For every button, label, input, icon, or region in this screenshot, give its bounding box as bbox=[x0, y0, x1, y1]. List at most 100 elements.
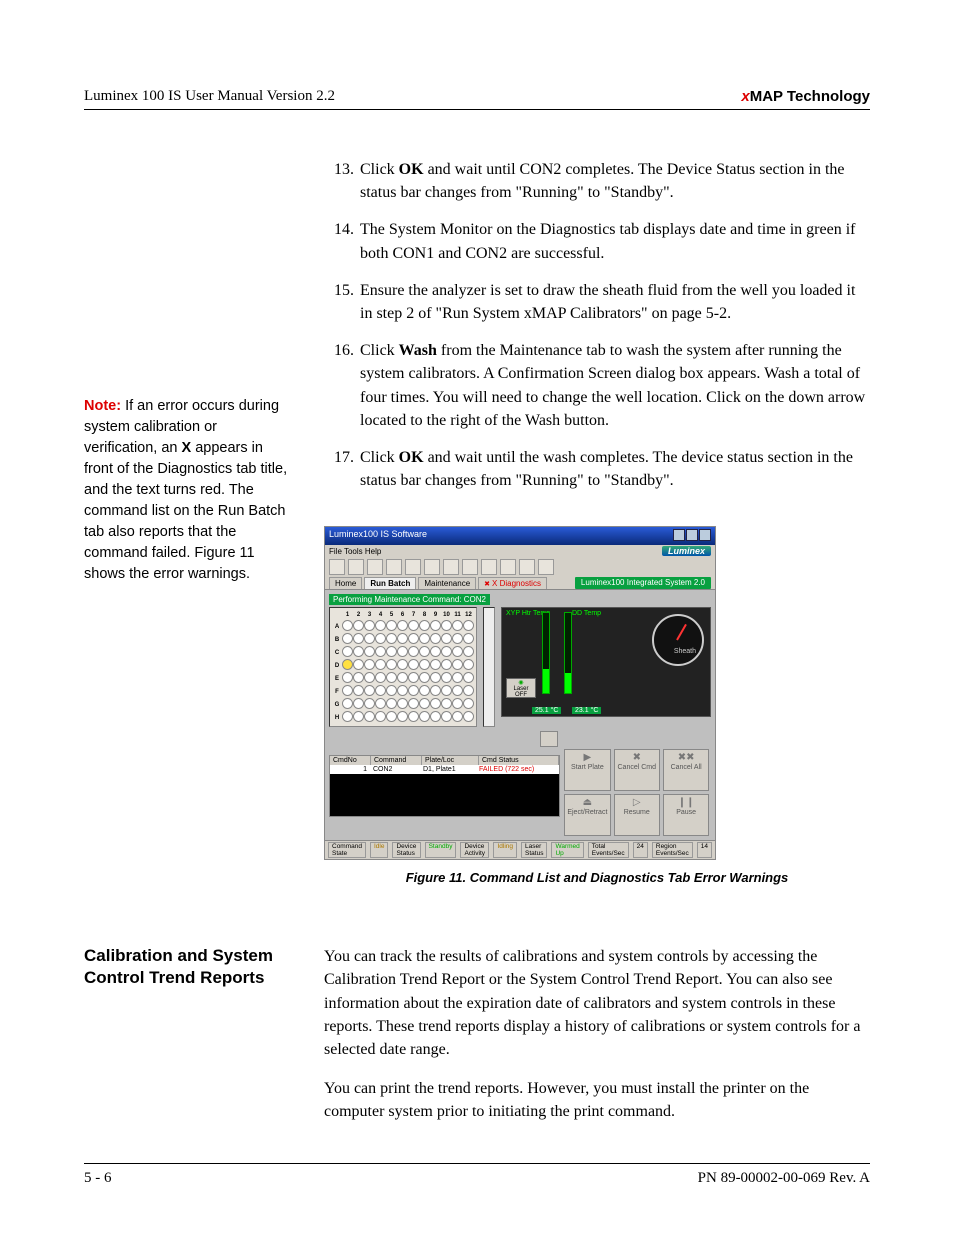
well[interactable] bbox=[463, 659, 474, 670]
toolbar[interactable] bbox=[325, 557, 715, 577]
well[interactable] bbox=[353, 646, 364, 657]
well[interactable] bbox=[452, 646, 463, 657]
well[interactable] bbox=[397, 685, 408, 696]
well[interactable] bbox=[386, 711, 397, 722]
tab-maintenance[interactable]: Maintenance bbox=[418, 577, 476, 589]
well[interactable] bbox=[452, 672, 463, 683]
well[interactable] bbox=[342, 672, 353, 683]
well[interactable] bbox=[430, 620, 441, 631]
well[interactable] bbox=[353, 672, 364, 683]
toolbar-icon[interactable] bbox=[462, 559, 478, 575]
cancel-all-button[interactable]: Cancel All bbox=[663, 749, 709, 791]
well[interactable] bbox=[353, 633, 364, 644]
well[interactable] bbox=[397, 711, 408, 722]
well[interactable] bbox=[419, 698, 430, 709]
well[interactable] bbox=[375, 698, 386, 709]
well[interactable] bbox=[342, 685, 353, 696]
well[interactable] bbox=[342, 659, 353, 670]
well[interactable] bbox=[386, 672, 397, 683]
well[interactable] bbox=[430, 659, 441, 670]
well[interactable] bbox=[419, 672, 430, 683]
well[interactable] bbox=[375, 633, 386, 644]
window-control-icons[interactable] bbox=[672, 529, 711, 543]
well[interactable] bbox=[419, 659, 430, 670]
well[interactable] bbox=[441, 633, 452, 644]
well[interactable] bbox=[408, 620, 419, 631]
well[interactable] bbox=[441, 646, 452, 657]
well[interactable] bbox=[364, 633, 375, 644]
well[interactable] bbox=[353, 685, 364, 696]
well[interactable] bbox=[419, 620, 430, 631]
well[interactable] bbox=[430, 646, 441, 657]
well[interactable] bbox=[430, 711, 441, 722]
well[interactable] bbox=[419, 685, 430, 696]
tab-diagnostics-error[interactable]: X Diagnostics bbox=[478, 577, 547, 589]
well[interactable] bbox=[463, 633, 474, 644]
toolbar-icon[interactable] bbox=[481, 559, 497, 575]
well[interactable] bbox=[463, 698, 474, 709]
well[interactable] bbox=[463, 646, 474, 657]
well[interactable] bbox=[375, 685, 386, 696]
well[interactable] bbox=[419, 646, 430, 657]
well[interactable] bbox=[386, 698, 397, 709]
well[interactable] bbox=[397, 646, 408, 657]
well[interactable] bbox=[386, 685, 397, 696]
well[interactable] bbox=[397, 633, 408, 644]
well[interactable] bbox=[353, 711, 364, 722]
well[interactable] bbox=[386, 620, 397, 631]
tab-bar[interactable]: Home Run Batch Maintenance X Diagnostics… bbox=[325, 577, 715, 590]
well[interactable] bbox=[463, 711, 474, 722]
well[interactable] bbox=[353, 620, 364, 631]
well[interactable] bbox=[430, 685, 441, 696]
well[interactable] bbox=[364, 672, 375, 683]
well[interactable] bbox=[408, 685, 419, 696]
well[interactable] bbox=[397, 698, 408, 709]
well[interactable] bbox=[408, 646, 419, 657]
cancel-cmd-button[interactable]: Cancel Cmd bbox=[614, 749, 660, 791]
toolbar-icon[interactable] bbox=[443, 559, 459, 575]
well[interactable] bbox=[364, 698, 375, 709]
toolbar-icon[interactable] bbox=[519, 559, 535, 575]
well[interactable] bbox=[342, 620, 353, 631]
well[interactable] bbox=[452, 620, 463, 631]
tab-run-batch[interactable]: Run Batch bbox=[364, 577, 416, 589]
well[interactable] bbox=[375, 659, 386, 670]
well[interactable] bbox=[419, 711, 430, 722]
well[interactable] bbox=[375, 646, 386, 657]
well[interactable] bbox=[452, 711, 463, 722]
well[interactable] bbox=[452, 659, 463, 670]
well[interactable] bbox=[408, 698, 419, 709]
well[interactable] bbox=[430, 672, 441, 683]
toolbar-icon[interactable] bbox=[348, 559, 364, 575]
eject-retract-button[interactable]: Eject/Retract bbox=[564, 794, 610, 836]
well[interactable] bbox=[463, 672, 474, 683]
well[interactable] bbox=[397, 620, 408, 631]
well[interactable] bbox=[342, 646, 353, 657]
resume-button[interactable]: Resume bbox=[614, 794, 660, 836]
well[interactable] bbox=[452, 633, 463, 644]
well[interactable] bbox=[353, 659, 364, 670]
well[interactable] bbox=[386, 646, 397, 657]
eject-icon[interactable] bbox=[540, 731, 558, 747]
well[interactable] bbox=[441, 711, 452, 722]
toolbar-icon[interactable] bbox=[386, 559, 402, 575]
tab-home[interactable]: Home bbox=[329, 577, 362, 589]
well[interactable] bbox=[441, 685, 452, 696]
well[interactable] bbox=[408, 711, 419, 722]
well[interactable] bbox=[364, 659, 375, 670]
well[interactable] bbox=[430, 633, 441, 644]
well[interactable] bbox=[408, 672, 419, 683]
menu-bar[interactable]: File Tools Help Luminex bbox=[325, 545, 715, 557]
well[interactable] bbox=[364, 620, 375, 631]
toolbar-icon[interactable] bbox=[405, 559, 421, 575]
pause-button[interactable]: Pause bbox=[663, 794, 709, 836]
toolbar-icon[interactable] bbox=[424, 559, 440, 575]
well[interactable] bbox=[375, 672, 386, 683]
well[interactable] bbox=[353, 698, 364, 709]
well[interactable] bbox=[441, 620, 452, 631]
well[interactable] bbox=[364, 646, 375, 657]
toolbar-icon[interactable] bbox=[367, 559, 383, 575]
well[interactable] bbox=[408, 659, 419, 670]
well[interactable] bbox=[375, 620, 386, 631]
toolbar-icon[interactable] bbox=[500, 559, 516, 575]
